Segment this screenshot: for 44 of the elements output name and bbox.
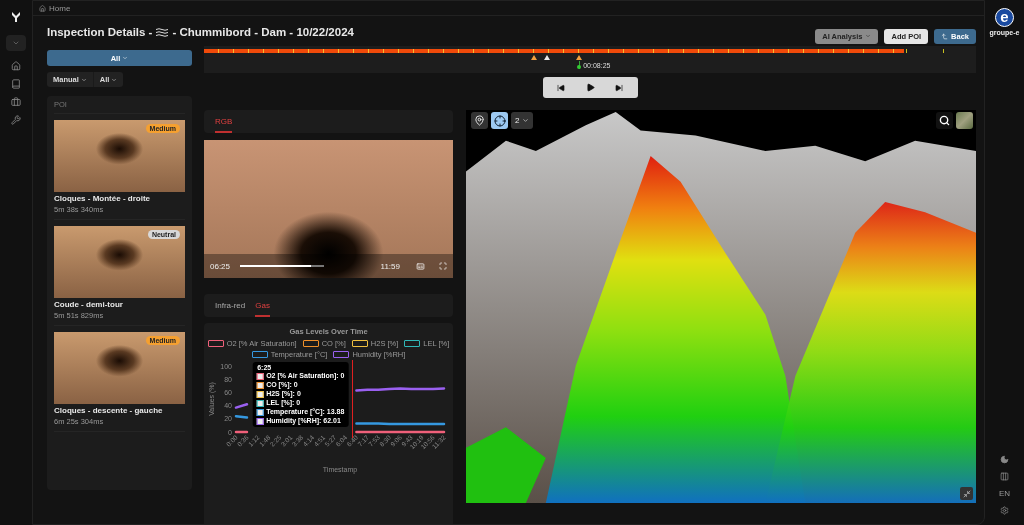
language-button[interactable]: EN bbox=[998, 489, 1011, 498]
tab[interactable]: Infra-red bbox=[215, 299, 246, 317]
poi-title: Cloques - descente - gauche bbox=[54, 406, 164, 415]
skip-back-icon bbox=[557, 83, 565, 92]
fullscreen-icon[interactable] bbox=[439, 262, 447, 270]
duration: 11:59 bbox=[380, 261, 400, 271]
poi-marker[interactable] bbox=[530, 55, 537, 60]
poi-title: Coude - demi-tour bbox=[54, 300, 124, 309]
book-icon[interactable] bbox=[11, 79, 21, 89]
brand-logo: e bbox=[995, 8, 1014, 27]
skip-forward-icon bbox=[615, 83, 623, 92]
caret-icon bbox=[122, 55, 129, 61]
moon-icon[interactable] bbox=[1000, 455, 1009, 464]
tab[interactable]: Gas bbox=[255, 299, 270, 317]
back-arrow-icon bbox=[941, 32, 949, 40]
search-icon[interactable] bbox=[936, 112, 953, 129]
layer-select[interactable]: 2 bbox=[511, 112, 534, 129]
settings-icon[interactable] bbox=[1000, 506, 1009, 515]
current-time: 06:25 bbox=[210, 261, 231, 271]
app-logo-icon bbox=[11, 11, 21, 23]
caret-icon bbox=[12, 39, 20, 47]
basemap-thumbnail[interactable] bbox=[956, 112, 973, 129]
home-icon[interactable] bbox=[11, 61, 21, 71]
briefcase-icon[interactable] bbox=[11, 97, 21, 107]
target-tool-icon[interactable] bbox=[491, 112, 508, 129]
play-icon bbox=[585, 83, 595, 92]
page-title: Inspection Details - bbox=[47, 26, 153, 38]
caret-icon bbox=[111, 76, 118, 83]
caret-icon bbox=[522, 117, 530, 124]
tab[interactable]: RGB bbox=[215, 115, 233, 133]
cursor-pin[interactable] bbox=[577, 61, 582, 69]
breadcrumb-link[interactable]: Home bbox=[49, 3, 71, 13]
home-icon bbox=[39, 4, 46, 12]
exit-fullscreen-icon[interactable] bbox=[960, 487, 973, 500]
pin-tool-icon[interactable] bbox=[471, 112, 488, 129]
poi-title: Cloques - Montée - droite bbox=[54, 194, 151, 203]
caret-icon bbox=[865, 33, 872, 39]
wrench-icon[interactable] bbox=[11, 115, 21, 125]
map-view[interactable]: 2 bbox=[466, 110, 976, 503]
columns-icon[interactable] bbox=[1000, 472, 1009, 481]
captions-icon[interactable] bbox=[416, 261, 425, 271]
page-title: - Chummibord - Dam - 10/22/2024 bbox=[172, 26, 354, 38]
caret-icon bbox=[80, 76, 87, 83]
waves-icon bbox=[156, 27, 169, 37]
